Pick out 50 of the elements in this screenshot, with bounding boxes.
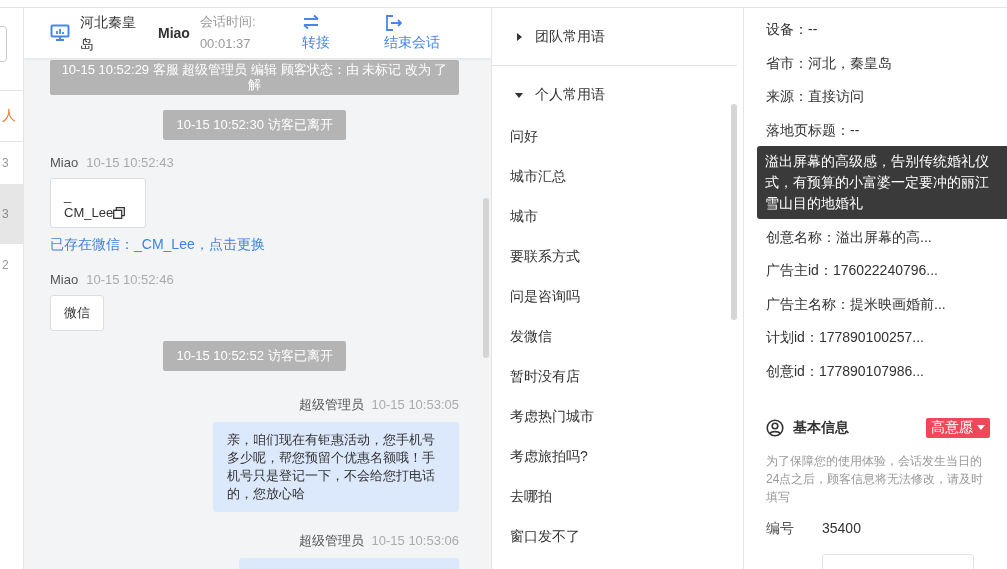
- message-time: 10-15 10:52:43: [86, 155, 174, 170]
- info-field: 来源：直接访问: [766, 84, 1007, 118]
- info-field: 计划id：177890100257...: [766, 325, 1007, 359]
- sender-name: Miao: [50, 272, 79, 287]
- tooltip: 溢出屏幕的高级感，告别传统婚礼仪式，有预算的小富婆一定要冲的丽江雪山目的地婚礼: [757, 145, 1007, 219]
- group-header[interactable]: 团队常用语: [492, 8, 737, 65]
- message-bubble: 微信: [50, 295, 104, 331]
- duration-value: 00:01:37: [199, 35, 252, 53]
- notice-text: 为了保障您的使用体验，会话发生当日的24点之后，顾客信息将无法修改，请及时填写: [766, 453, 985, 506]
- info-field: 设备：--: [766, 17, 1007, 51]
- intent-dropdown[interactable]: 高意愿: [926, 418, 990, 438]
- message-time: 10-15 10:52:46: [86, 272, 174, 287]
- info-field: 广告主id：176022240796...: [766, 258, 1007, 292]
- duration-label: 会话时间:: [199, 13, 257, 31]
- phrase-item[interactable]: 要联系方式: [492, 244, 743, 284]
- phrase-item[interactable]: 发微信: [492, 324, 743, 364]
- field-label: 编号: [766, 520, 795, 538]
- location-text: 河北秦皇岛: [80, 13, 137, 54]
- card-text: CM_Lee: [64, 204, 114, 221]
- section-title: 基本信息: [793, 419, 850, 437]
- sender-name: Miao: [50, 155, 79, 170]
- phrase-item[interactable]: 考虑旅拍吗?: [492, 444, 743, 484]
- visitor-name: Miao: [158, 25, 190, 41]
- message-time: 10-15 10:53:06: [371, 533, 459, 548]
- sender-name: 超级管理员: [298, 397, 364, 412]
- group-header[interactable]: 个人常用语: [492, 66, 743, 124]
- info-field: 创意id：177890107986...: [766, 358, 1007, 392]
- phrase-item[interactable]: 城市: [492, 204, 743, 244]
- field-value: 35400: [822, 520, 861, 538]
- info-field: 创意名称：溢出屏幕的高...: [766, 224, 1007, 258]
- phrase-item[interactable]: 城市汇总: [492, 164, 743, 204]
- wechat-link[interactable]: 已存在微信：_CM_Lee，点击更换: [50, 236, 265, 252]
- message-time: 10-15 10:53:05: [371, 397, 459, 412]
- phrase-item[interactable]: 考虑热门城市: [492, 404, 743, 444]
- end-session-button[interactable]: 结束会话: [383, 14, 454, 52]
- phrase-item[interactable]: 问是咨询吗: [492, 284, 743, 324]
- system-notice: 10-15 10:52:30 访客已离开: [163, 110, 346, 140]
- card-text: _: [64, 187, 73, 204]
- system-notice: 10-15 10:52:52 访客已离开: [163, 341, 346, 371]
- phrase-item[interactable]: 问好: [492, 124, 743, 164]
- phrase-item[interactable]: 窗口发不了: [492, 524, 743, 564]
- message-bubble: 亲，咱们现在有钜惠活动，您手机号多少呢，帮您预留个优惠名额哦！手机号只是登记一下，不会给您打电话的，您放心哈: [213, 422, 459, 512]
- phrase-item[interactable]: 暂时没有店: [492, 364, 743, 404]
- info-field: 落地页标题：--: [766, 117, 1007, 146]
- system-notice: 10-15 10:52:29 客服 超级管理员 编辑 顾客状态：由 未标记 改为 了解: [50, 60, 459, 95]
- sender-name: 超级管理员: [298, 533, 364, 548]
- transfer-button[interactable]: 转接: [301, 14, 372, 52]
- phrase-item[interactable]: 去哪拍: [492, 484, 743, 524]
- info-field: 广告主名称：提米映画婚前...: [766, 291, 1007, 325]
- info-field: 省市：河北，秦皇岛: [766, 50, 1007, 84]
